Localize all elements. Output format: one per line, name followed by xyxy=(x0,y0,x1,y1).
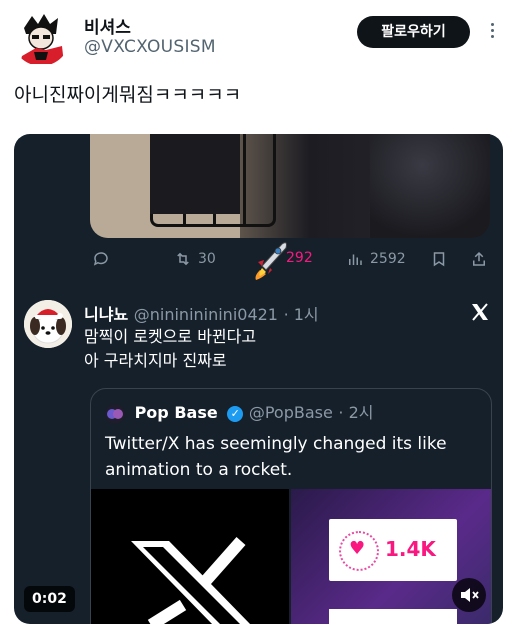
hair-image xyxy=(370,134,490,238)
retweet-icon xyxy=(177,252,189,266)
views-icon xyxy=(349,254,362,265)
reply-line-2: 아 구라치지마 진짜로 xyxy=(84,351,227,370)
user-handle[interactable]: @VXCXOUSISM xyxy=(84,37,216,57)
reply-author[interactable]: 니냐뇨 @nininininini0421 · 1시 xyxy=(84,301,319,325)
x-logo-icon xyxy=(470,302,490,322)
video-timer: 0:02 xyxy=(24,586,75,612)
heart-icon: ♥ xyxy=(349,538,366,559)
reply-display-name: 니냐뇨 xyxy=(84,305,129,324)
share-icon[interactable] xyxy=(470,250,488,268)
reply-text: 맘찍이 로켓으로 바뀐다고 아 구라치지마 진짜로 xyxy=(84,325,256,373)
mute-icon[interactable] xyxy=(452,578,486,612)
reply-handle: @nininininini0421 xyxy=(133,305,278,324)
reply-avatar[interactable] xyxy=(24,300,72,348)
like-count-card-value: 1.4K xyxy=(385,537,436,561)
avatar[interactable] xyxy=(12,8,70,66)
reply-time: · 1시 xyxy=(283,305,319,324)
quote-display-name: Pop Base xyxy=(134,403,218,422)
bookmark-icon[interactable] xyxy=(430,250,448,268)
quote-time: · 2시 xyxy=(338,403,374,422)
verified-icon: ✓ xyxy=(227,405,244,422)
views-button[interactable]: 2592 xyxy=(346,250,406,268)
video-frame-top xyxy=(90,134,490,238)
x-brand-image xyxy=(91,489,289,624)
popbase-logo xyxy=(105,403,125,424)
display-name[interactable]: 비셔스 xyxy=(84,13,131,38)
follow-button[interactable]: 팔로우하기 xyxy=(357,16,470,48)
rocket-icon xyxy=(248,236,292,282)
reply-line-1: 맘찍이 로켓으로 바뀐다고 xyxy=(84,327,257,346)
quoted-tweet[interactable]: Pop Base ✓ @PopBase · 2시 Twitter/X has s… xyxy=(90,388,492,624)
more-icon[interactable] xyxy=(484,20,500,44)
tweet-text: 아니진짜이게뭐짐ㅋㅋㅋㅋㅋ xyxy=(14,84,242,106)
quote-author[interactable]: Pop Base ✓ @PopBase · 2시 xyxy=(105,399,373,424)
reply-icon[interactable] xyxy=(92,250,110,268)
like-count-card: ♥ 1.4K xyxy=(329,519,457,581)
tweet-video[interactable]: 30 292 2592 니냐뇨 @nininininini0421 · 1시 맘… xyxy=(14,134,503,624)
retweet-button[interactable]: 30 xyxy=(174,250,216,268)
quote-text: Twitter/X has seemingly changed its like… xyxy=(105,434,447,480)
retweet-count: 30 xyxy=(198,251,216,267)
quote-handle: @PopBase xyxy=(248,403,333,422)
tweet-header: 비셔스 @VXCXOUSISM 팔로우하기 xyxy=(0,0,518,70)
views-count: 2592 xyxy=(370,251,406,267)
